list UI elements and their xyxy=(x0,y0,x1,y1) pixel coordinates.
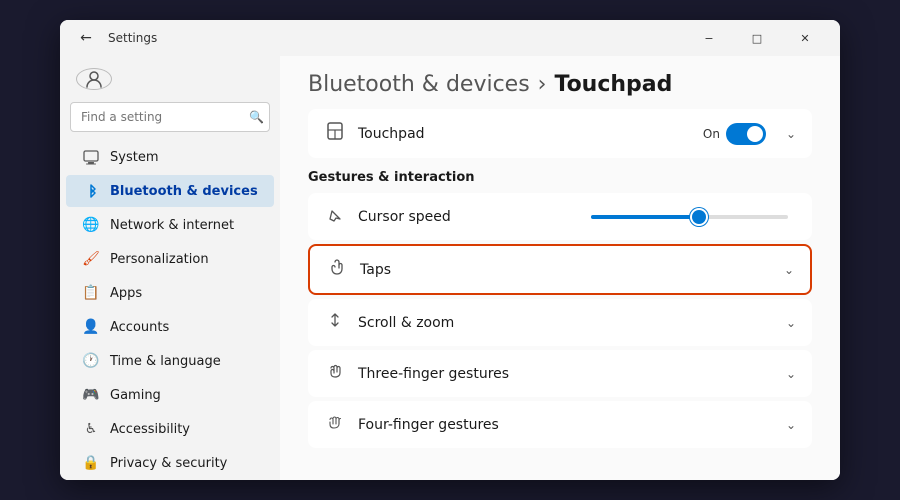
three-finger-row[interactable]: Three-finger gestures ⌄ xyxy=(308,350,812,397)
scroll-zoom-chevron[interactable]: ⌄ xyxy=(786,316,796,330)
right-panel: Bluetooth & devices › Touchpad xyxy=(280,56,840,480)
four-finger-icon xyxy=(324,413,346,436)
avatar[interactable] xyxy=(76,68,112,90)
touchpad-toggle[interactable] xyxy=(726,123,766,145)
back-button[interactable]: ← xyxy=(72,24,100,52)
slider-thumb[interactable] xyxy=(692,210,706,224)
search-icon: 🔍 xyxy=(249,110,264,124)
sidebar-item-apps[interactable]: 📋 Apps xyxy=(66,277,274,309)
sidebar-item-personalization[interactable]: 🖌 Personalization xyxy=(66,243,274,275)
search-input[interactable] xyxy=(70,102,270,132)
slider-fill xyxy=(591,215,699,219)
system-icon xyxy=(82,148,100,166)
sidebar-label-gaming: Gaming xyxy=(110,388,161,403)
scroll-zoom-row[interactable]: Scroll & zoom ⌄ xyxy=(308,299,812,346)
three-finger-chevron[interactable]: ⌄ xyxy=(786,367,796,381)
sidebar-label-time: Time & language xyxy=(110,354,221,369)
four-finger-chevron[interactable]: ⌄ xyxy=(786,418,796,432)
touchpad-card-icon xyxy=(324,121,346,146)
touchpad-toggle-row: Touchpad On ⌄ xyxy=(308,109,812,158)
close-button[interactable]: ✕ xyxy=(782,22,828,54)
sidebar-item-accessibility[interactable]: ♿ Accessibility xyxy=(66,413,274,445)
network-icon: 🌐 xyxy=(82,216,100,234)
titlebar: ← Settings − □ ✕ xyxy=(60,20,840,56)
cursor-speed-icon xyxy=(324,205,346,228)
accounts-icon: 👤 xyxy=(82,318,100,336)
breadcrumb-parent: Bluetooth & devices xyxy=(308,72,530,97)
sidebar-item-accounts[interactable]: 👤 Accounts xyxy=(66,311,274,343)
privacy-icon: 🔒 xyxy=(82,454,100,472)
personalization-icon: 🖌 xyxy=(82,250,100,268)
search-box[interactable]: 🔍 xyxy=(70,102,270,132)
sidebar-label-apps: Apps xyxy=(110,286,142,301)
taps-icon xyxy=(326,258,348,281)
main-content: 🔍 System Bluet xyxy=(60,56,840,480)
sidebar-label-system: System xyxy=(110,150,158,165)
four-finger-label: Four-finger gestures xyxy=(358,417,774,433)
settings-window: ← Settings − □ ✕ 🔍 xyxy=(60,20,840,480)
breadcrumb-separator: › xyxy=(538,72,547,97)
maximize-button[interactable]: □ xyxy=(734,22,780,54)
scroll-zoom-icon xyxy=(324,311,346,334)
cursor-speed-slider[interactable] xyxy=(583,215,796,219)
touchpad-toggle-wrap: On xyxy=(703,123,766,145)
sidebar-item-bluetooth[interactable]: Bluetooth & devices xyxy=(66,175,274,207)
sidebar: 🔍 System Bluet xyxy=(60,56,280,480)
sidebar-label-personalization: Personalization xyxy=(110,252,209,267)
page-header: Bluetooth & devices › Touchpad xyxy=(280,56,840,109)
cursor-speed-label: Cursor speed xyxy=(358,209,571,225)
sidebar-item-network[interactable]: 🌐 Network & internet xyxy=(66,209,274,241)
sidebar-label-bluetooth: Bluetooth & devices xyxy=(110,184,258,199)
window-title: Settings xyxy=(108,31,157,45)
apps-icon: 📋 xyxy=(82,284,100,302)
three-finger-label: Three-finger gestures xyxy=(358,366,774,382)
page-title: Touchpad xyxy=(554,72,672,97)
taps-row[interactable]: Taps ⌄ xyxy=(308,244,812,295)
time-icon: 🕐 xyxy=(82,352,100,370)
sidebar-item-time[interactable]: 🕐 Time & language xyxy=(66,345,274,377)
bluetooth-icon xyxy=(82,182,100,200)
sidebar-item-privacy[interactable]: 🔒 Privacy & security xyxy=(66,447,274,479)
sidebar-label-accessibility: Accessibility xyxy=(110,422,190,437)
sidebar-label-accounts: Accounts xyxy=(110,320,169,335)
gestures-section-header: Gestures & interaction xyxy=(308,170,812,185)
minimize-button[interactable]: − xyxy=(686,22,732,54)
three-finger-icon xyxy=(324,362,346,385)
scroll-zoom-label: Scroll & zoom xyxy=(358,315,774,331)
window-controls: − □ ✕ xyxy=(686,22,828,54)
sidebar-label-network: Network & internet xyxy=(110,218,234,233)
touchpad-chevron[interactable]: ⌄ xyxy=(786,127,796,141)
taps-label: Taps xyxy=(360,262,772,278)
settings-body: Touchpad On ⌄ Gestures & interaction xyxy=(280,109,840,480)
touchpad-card: Touchpad On ⌄ xyxy=(308,109,812,158)
slider-track xyxy=(591,215,788,219)
four-finger-row[interactable]: Four-finger gestures ⌄ xyxy=(308,401,812,448)
touchpad-label: Touchpad xyxy=(358,126,691,142)
sidebar-item-system[interactable]: System xyxy=(66,141,274,173)
toggle-on-label: On xyxy=(703,127,720,141)
cursor-speed-row[interactable]: Cursor speed xyxy=(308,193,812,240)
taps-chevron[interactable]: ⌄ xyxy=(784,263,794,277)
sidebar-item-gaming[interactable]: 🎮 Gaming xyxy=(66,379,274,411)
accessibility-icon: ♿ xyxy=(82,420,100,438)
gaming-icon: 🎮 xyxy=(82,386,100,404)
sidebar-label-privacy: Privacy & security xyxy=(110,456,227,471)
